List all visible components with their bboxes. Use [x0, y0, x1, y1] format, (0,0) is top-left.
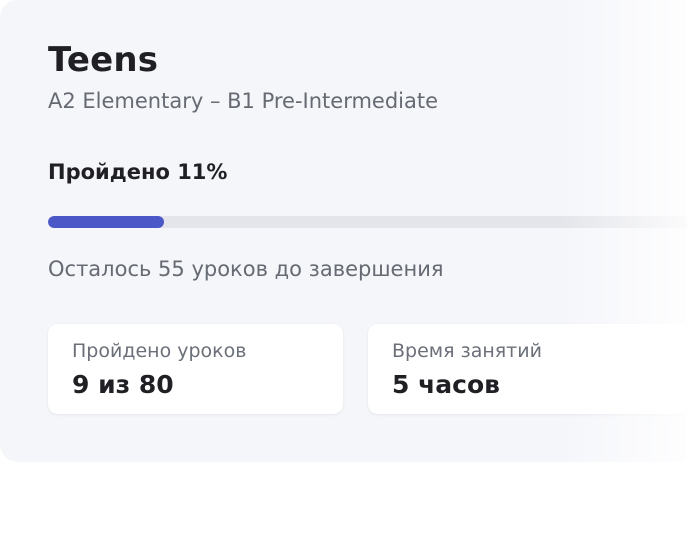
stat-value: 5 часов [392, 370, 500, 399]
progress-bar [48, 216, 687, 228]
stat-card-lessons-completed: Пройдено уроков 9 из 80 [48, 324, 343, 414]
stat-label: Время занятий [392, 340, 542, 362]
progress-percent-label: Пройдено 11% [48, 160, 228, 184]
course-progress-card: Teens A2 Elementary – B1 Pre-Intermediat… [0, 0, 687, 462]
progress-bar-fill [48, 216, 165, 228]
stat-card-study-time: Время занятий 5 часов [368, 324, 687, 414]
course-title: Teens [48, 40, 159, 80]
stat-value: 9 из 80 [72, 370, 174, 399]
lessons-remaining-text: Осталось 55 уроков до завершения [48, 257, 444, 281]
stat-label: Пройдено уроков [72, 340, 247, 362]
course-level-range: A2 Elementary – B1 Pre-Intermediate [48, 89, 439, 113]
